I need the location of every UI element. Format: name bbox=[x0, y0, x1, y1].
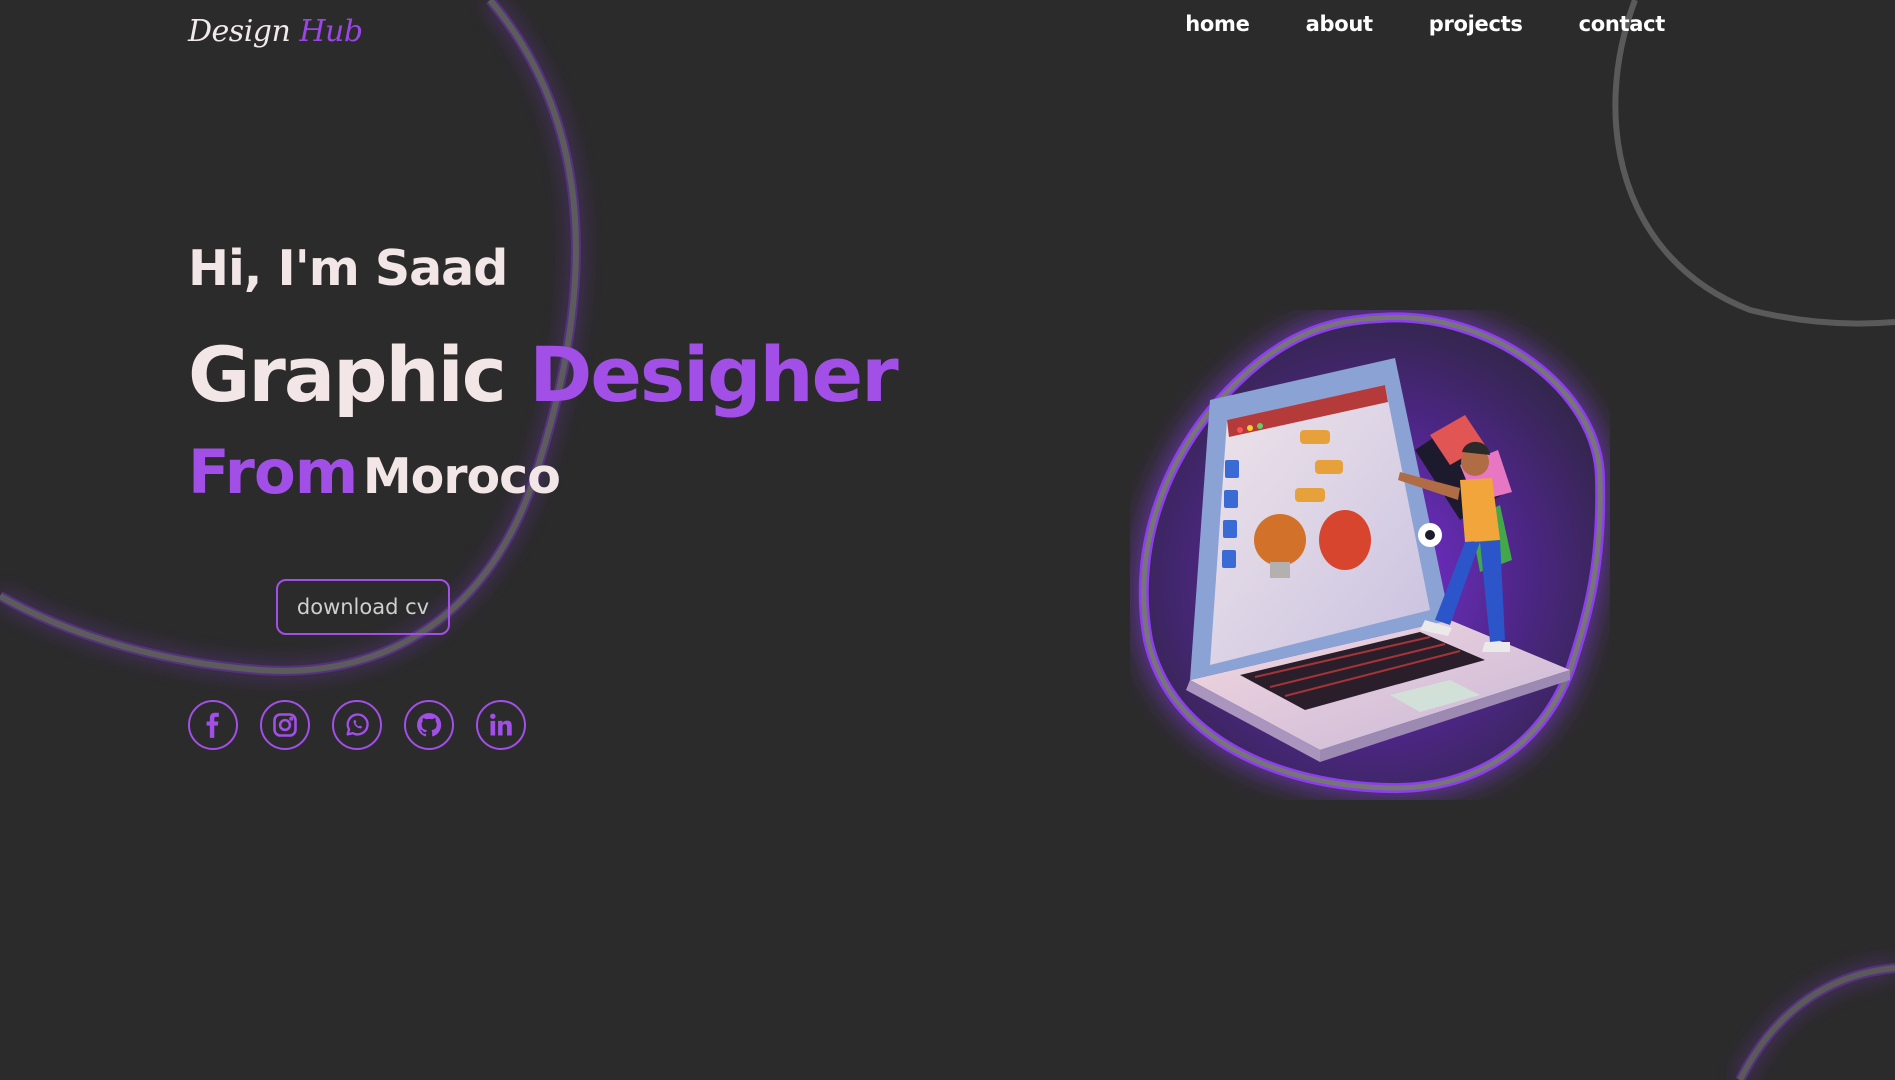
logo-word-hub: Hub bbox=[299, 14, 363, 49]
role-word-2: Desigher bbox=[529, 330, 898, 419]
nav-home[interactable]: home bbox=[1185, 12, 1250, 36]
linkedin-link[interactable] bbox=[476, 700, 526, 750]
github-icon bbox=[417, 713, 442, 737]
nav-projects[interactable]: projects bbox=[1429, 12, 1523, 36]
role-word-1: Graphic bbox=[188, 330, 507, 419]
background-blobs bbox=[0, 0, 1895, 1080]
linkedin-icon bbox=[490, 713, 512, 736]
whatsapp-icon bbox=[346, 713, 369, 736]
instagram-link[interactable] bbox=[260, 700, 310, 750]
download-cv-button[interactable]: download cv bbox=[276, 579, 450, 635]
from-word: From bbox=[188, 437, 358, 508]
nav-about[interactable]: about bbox=[1306, 12, 1373, 36]
hero-role: Graphic Desigher bbox=[188, 330, 899, 419]
hero-illustration bbox=[1138, 312, 1606, 794]
whatsapp-link[interactable] bbox=[332, 700, 382, 750]
location-name: Moroco bbox=[362, 448, 561, 505]
facebook-link[interactable] bbox=[188, 700, 238, 750]
hero-location: From Moroco bbox=[188, 437, 561, 508]
facebook-icon bbox=[206, 712, 219, 738]
main-nav: home about projects contact bbox=[1185, 12, 1665, 36]
nav-contact[interactable]: contact bbox=[1579, 12, 1666, 36]
instagram-icon bbox=[273, 713, 297, 737]
github-link[interactable] bbox=[404, 700, 454, 750]
lightbulb bbox=[1254, 514, 1306, 566]
logo-word-design: Design bbox=[188, 14, 291, 49]
bottom-right-blob bbox=[1735, 963, 1895, 1080]
social-links bbox=[188, 700, 526, 750]
hero-greeting: Hi, I'm Saad bbox=[188, 240, 508, 297]
hero-text: Hi, I'm Saad Graphic Desigher From Moroc… bbox=[188, 240, 899, 508]
top-right-blob bbox=[1612, 0, 1895, 327]
logo[interactable]: Design Hub bbox=[188, 14, 363, 49]
